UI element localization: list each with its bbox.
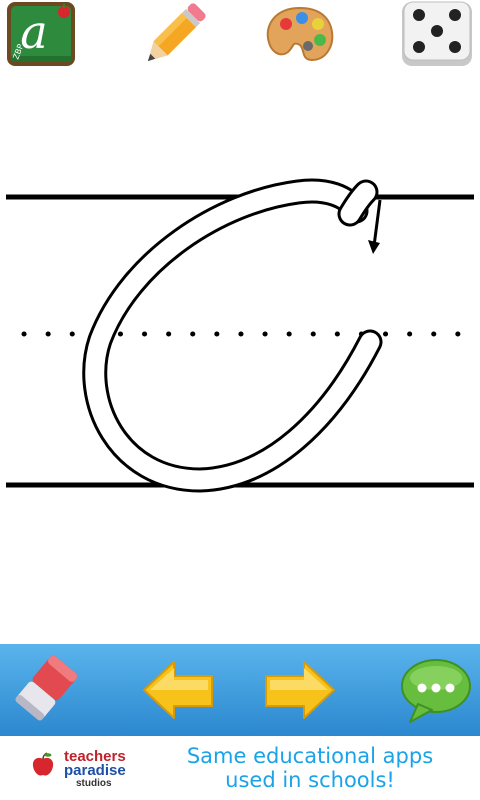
chat-bubble-icon: [401, 659, 471, 723]
arrow-left-icon: [143, 661, 213, 719]
dice-button[interactable]: [400, 0, 472, 70]
more-apps-button[interactable]: [398, 652, 474, 728]
teachers-paradise-logo: teachers paradise studios: [8, 740, 148, 796]
letter-select-button[interactable]: a ZBP: [4, 0, 76, 70]
top-toolbar: a ZBP: [0, 0, 480, 72]
dice-five-icon: [402, 1, 472, 66]
letter-glyph: a: [20, 5, 47, 59]
promo-banner[interactable]: teachers paradise studios Same education…: [0, 736, 480, 800]
banner-message-line-1: Same educational apps: [186, 744, 434, 768]
eraser-button[interactable]: [8, 652, 84, 728]
tracing-canvas[interactable]: [0, 80, 480, 644]
previous-button[interactable]: [140, 652, 216, 728]
pencil-icon: [147, 3, 206, 62]
arrow-right-icon: [265, 661, 335, 719]
palette-icon: [266, 6, 334, 62]
bottom-nav-bar: [0, 644, 480, 736]
banner-message-line-2: used in schools!: [225, 768, 395, 792]
letter-c-outline: [82, 178, 383, 493]
banner-message: Same educational apps used in schools!: [150, 744, 470, 792]
stroke-direction-arrow: [368, 199, 382, 254]
brand-line-2: paradise: [64, 762, 126, 779]
palette-button[interactable]: [262, 0, 334, 70]
apple-icon: [32, 752, 54, 776]
pencil-button[interactable]: [136, 0, 208, 70]
eraser-icon: [15, 655, 78, 721]
cursive-letter-c-trace: [6, 178, 474, 493]
next-button[interactable]: [262, 652, 338, 728]
cursive-letter-icon: a ZBP: [7, 2, 75, 66]
brand-line-3: studios: [76, 778, 112, 789]
